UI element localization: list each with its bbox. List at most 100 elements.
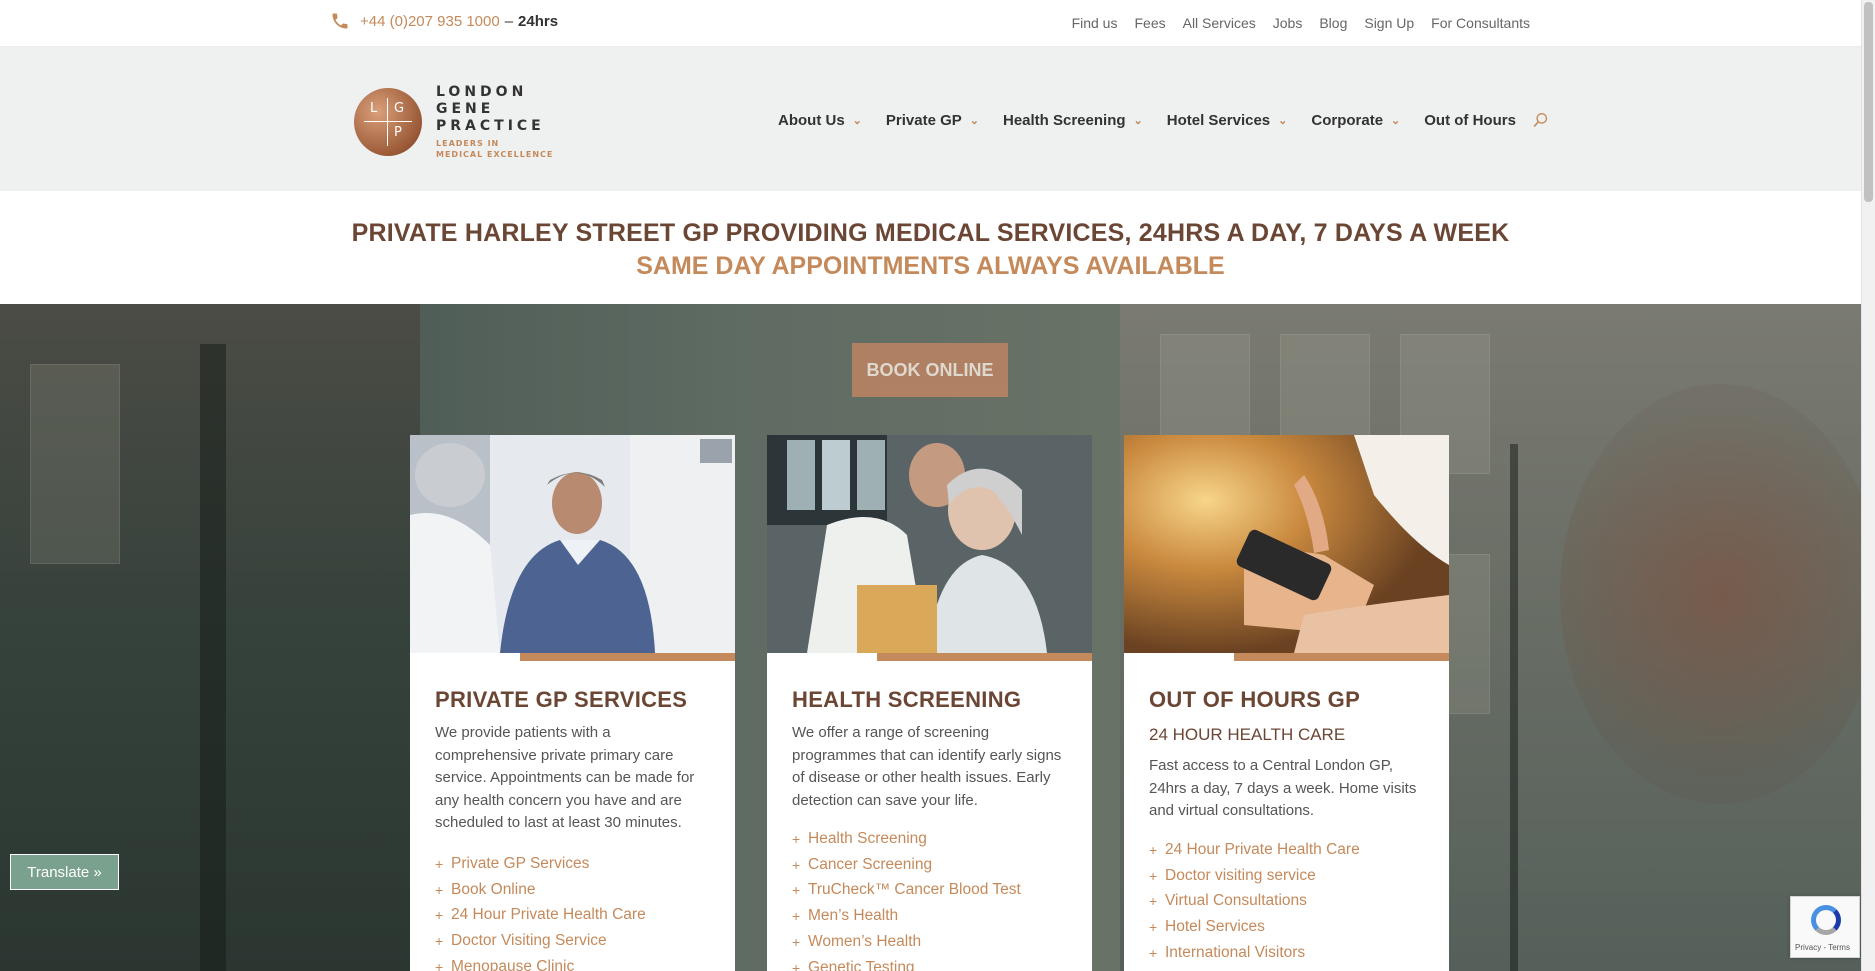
phone-number[interactable]: +44 (0)207 935 1000 xyxy=(360,13,500,30)
main-header: L G P LONDON GENE PRACTICE LEADERS IN ME… xyxy=(0,47,1861,191)
toplink-fees[interactable]: Fees xyxy=(1134,15,1165,31)
tagline-headline: PRIVATE HARLEY STREET GP PROVIDING MEDIC… xyxy=(351,219,1510,247)
logo-tagline-line: LEADERS IN xyxy=(436,139,500,148)
top-bar: +44 (0)207 935 1000 – 24hrs Find us Fees… xyxy=(0,0,1861,47)
plus-icon: + xyxy=(792,882,801,899)
plus-icon: + xyxy=(792,908,801,925)
plus-icon: + xyxy=(792,959,801,971)
card-accent-bar xyxy=(1234,653,1449,661)
nav-label: About Us xyxy=(778,112,845,129)
logo-tagline-line: MEDICAL EXCELLENCE xyxy=(436,150,554,159)
card-link-label: Virtual Consultations xyxy=(1165,892,1307,910)
card-link[interactable]: +24 Hour Private Health Care xyxy=(435,903,646,929)
toplink-jobs[interactable]: Jobs xyxy=(1273,15,1303,31)
book-online-button[interactable]: BOOK ONLINE xyxy=(852,343,1008,397)
recaptcha-icon xyxy=(1811,905,1841,935)
card-link-list: + Health Screening + Cancer Screening + Tru… xyxy=(792,826,1021,971)
card-link-label: Private GP Services xyxy=(451,854,590,872)
card-link[interactable]: + Menopause Clinic xyxy=(435,954,646,971)
plus-icon: + xyxy=(435,855,444,872)
card-link-label: Genetic Testing xyxy=(808,958,915,971)
nav-health-screening[interactable]: Health Screening ⌄ xyxy=(1003,112,1143,129)
nav-corporate[interactable]: Corporate ⌄ xyxy=(1311,112,1400,129)
main-nav: About Us ⌄ Private GP ⌄ Health Screening ⌄ … xyxy=(778,112,1549,129)
logo-name-line: LONDON xyxy=(436,84,528,100)
scrollbar-thumb[interactable] xyxy=(1864,2,1873,202)
tagline-banner: PRIVATE HARLEY STREET GP PROVIDING MEDIC… xyxy=(0,191,1861,304)
card-link[interactable]: + Health Screening xyxy=(792,826,1021,852)
card-link[interactable]: + Doctor visiting service xyxy=(1149,863,1360,889)
card-subtitle: 24 HOUR HEALTH CARE xyxy=(1149,725,1346,744)
toplink-blog[interactable]: Blog xyxy=(1319,15,1347,31)
card-link-label: Cancer Screening xyxy=(808,855,933,873)
card-photo-xray-review xyxy=(767,435,1092,653)
plus-icon: + xyxy=(435,959,444,971)
nav-out-of-hours[interactable]: Out of Hours xyxy=(1424,112,1516,129)
card-link-label: Health Screening xyxy=(808,829,927,847)
plus-icon: + xyxy=(1149,867,1158,884)
nav-label: Health Screening xyxy=(1002,112,1126,129)
card-link-label: Book Online xyxy=(451,880,536,898)
card-title: HEALTH SCREENING xyxy=(792,687,1022,712)
phone-contact[interactable]: +44 (0)207 935 1000 – 24hrs xyxy=(330,11,558,31)
nav-hotel-services[interactable]: Hotel Services ⌄ xyxy=(1167,112,1288,129)
card-link-label: Hotel Services xyxy=(1165,918,1265,936)
site-logo[interactable]: L G P LONDON GENE PRACTICE LEADERS IN ME… xyxy=(354,84,553,160)
chevron-down-icon: ⌄ xyxy=(1278,115,1288,127)
logo-letter-g: G xyxy=(394,101,405,116)
nav-private-gp[interactable]: Private GP ⌄ xyxy=(886,112,979,129)
page-scrollbar[interactable] xyxy=(1861,0,1875,971)
card-link-list: +24 Hour Private Health Care + Doctor vis… xyxy=(1149,837,1360,966)
nav-label: Private GP xyxy=(885,112,962,129)
recaptcha-terms[interactable]: Privacy - Terms xyxy=(1795,943,1850,952)
card-link[interactable]: + Doctor Visiting Service xyxy=(435,928,646,954)
card-link[interactable]: + Cancer Screening xyxy=(792,852,1021,878)
card-link[interactable]: + Hotel Services xyxy=(1149,914,1360,940)
plus-icon: + xyxy=(435,907,444,924)
card-link-label: Doctor visiting service xyxy=(1165,866,1316,884)
card-photo-smartphone xyxy=(1124,435,1449,653)
chevron-down-icon: ⌄ xyxy=(1133,115,1143,127)
card-link-label: Menopause Clinic xyxy=(451,958,575,971)
plus-icon: + xyxy=(1149,945,1158,962)
toplink-sign-up[interactable]: Sign Up xyxy=(1364,15,1414,31)
toplink-for-consultants[interactable]: For Consultants xyxy=(1431,15,1530,31)
recaptcha-badge[interactable]: Privacy - Terms xyxy=(1790,896,1860,958)
card-link-label: 24 Hour Private Health Care xyxy=(1165,840,1360,858)
service-card-out-of-hours: OUT OF HOURS GP 24 HOUR HEALTH CARE Fast… xyxy=(1124,435,1449,971)
card-link[interactable]: + Virtual Consultations xyxy=(1149,889,1360,915)
nav-about-us[interactable]: About Us ⌄ xyxy=(778,112,862,129)
plus-icon: + xyxy=(1149,841,1158,858)
nav-label: Hotel Services xyxy=(1166,112,1271,129)
card-description: We provide patients with a comprehensive… xyxy=(435,724,695,831)
plus-icon: + xyxy=(1149,919,1158,936)
card-link[interactable]: + Genetic Testing xyxy=(792,955,1021,971)
service-card-health-screening: HEALTH SCREENING We offer a range of scr… xyxy=(767,435,1092,971)
top-links: Find us Fees All Services Jobs Blog Sign… xyxy=(1072,15,1530,31)
card-link-label: Doctor Visiting Service xyxy=(451,932,607,950)
card-photo-doctor-consultation xyxy=(410,435,735,653)
card-link[interactable]: + TruCheck™ Cancer Blood Test xyxy=(792,878,1021,904)
chevron-down-icon: ⌄ xyxy=(969,115,979,127)
logo-name-line: GENE xyxy=(436,101,495,117)
logo-name-line: PRACTICE xyxy=(436,118,545,134)
tagline-subheadline: SAME DAY APPOINTMENTS ALWAYS AVAILABLE xyxy=(636,252,1225,280)
card-link[interactable]: + Book Online xyxy=(435,877,646,903)
card-accent-bar xyxy=(877,653,1092,661)
nav-label: Out of Hours xyxy=(1424,112,1516,129)
card-link-label: International Visitors xyxy=(1165,944,1306,962)
card-link[interactable]: + International Visitors xyxy=(1149,940,1360,966)
translate-button[interactable]: Translate » xyxy=(10,854,119,890)
nav-label: Corporate xyxy=(1311,112,1384,129)
toplink-find-us[interactable]: Find us xyxy=(1072,15,1118,31)
card-link[interactable]: + Women’s Health xyxy=(792,929,1021,955)
card-link[interactable]: + Private GP Services xyxy=(435,851,646,877)
phone-separator: – xyxy=(504,12,514,30)
card-link-label: Women’s Health xyxy=(808,933,922,951)
card-link[interactable]: + Men’s Health xyxy=(792,903,1021,929)
card-link-label: 24 Hour Private Health Care xyxy=(451,906,646,924)
toplink-all-services[interactable]: All Services xyxy=(1183,15,1256,31)
search-icon[interactable] xyxy=(1532,112,1549,129)
card-link[interactable]: +24 Hour Private Health Care xyxy=(1149,837,1360,863)
service-card-private-gp: PRIVATE GP SERVICES We provide patients … xyxy=(410,435,735,971)
